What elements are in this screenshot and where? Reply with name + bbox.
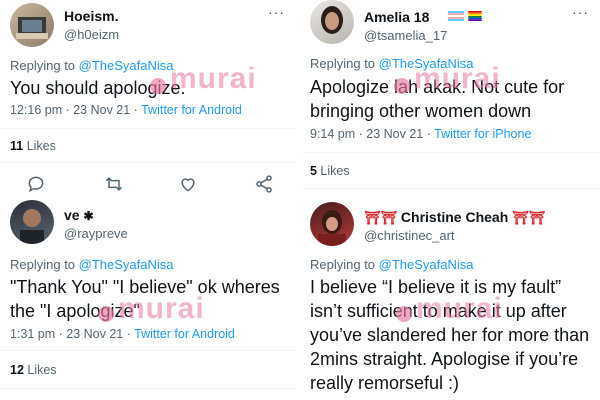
replying-to-mention[interactable]: @TheSyafaNisa [79, 257, 174, 272]
rainbow-flag-icon [468, 11, 482, 21]
display-name[interactable]: Amelia 18 [364, 9, 429, 25]
retweet-icon[interactable] [104, 174, 124, 194]
avatar[interactable] [10, 200, 54, 244]
likes-number: 11 [10, 139, 24, 153]
tweet-meta: 1:31 pm · 23 Nov 21 · Twitter for Androi… [10, 327, 235, 341]
likes-number: 12 [10, 363, 24, 377]
more-options-icon[interactable]: ··· [268, 4, 285, 20]
watermark-logo [98, 306, 114, 322]
tweet-meta: 12:16 pm · 23 Nov 21 · Twitter for Andro… [10, 103, 242, 117]
tweet-source[interactable]: Twitter for iPhone [434, 127, 531, 141]
avatar[interactable] [310, 202, 354, 246]
reply-icon[interactable] [26, 174, 46, 194]
replying-to-label: Replying to [10, 257, 79, 272]
user-handle[interactable]: @christinec_art [364, 228, 455, 243]
tweet-action-bar [0, 172, 296, 196]
likes-label: Likes [23, 363, 57, 377]
watermark-logo [396, 306, 412, 322]
likes-count[interactable]: 12 Likes [10, 363, 57, 377]
tweet-time[interactable]: 1:31 pm · 23 Nov 21 · [10, 327, 134, 341]
replying-to-label: Replying to [310, 257, 379, 272]
replying-to-mention[interactable]: @TheSyafaNisa [379, 257, 474, 272]
display-name-text: Christine Cheah [400, 209, 509, 225]
user-handle[interactable]: @tsamelia_17 [364, 28, 447, 43]
divider [0, 350, 296, 351]
watermark-logo [150, 78, 166, 94]
likes-number: 5 [310, 164, 317, 178]
user-handle[interactable]: @raypreve [64, 226, 128, 241]
divider [302, 152, 600, 153]
share-icon[interactable] [254, 174, 274, 194]
likes-label: Likes [316, 164, 350, 178]
avatar[interactable] [310, 0, 354, 44]
divider [302, 188, 600, 189]
more-options-icon[interactable]: ··· [572, 4, 589, 20]
display-name[interactable]: ve ✱ [64, 207, 94, 223]
likes-count[interactable]: 11 Likes [10, 139, 56, 153]
likes-label: Likes [23, 139, 56, 153]
divider [0, 388, 296, 389]
spider-icon: ✱ [83, 209, 94, 223]
watermark-logo [394, 78, 410, 94]
watermark-text: murai [414, 62, 501, 95]
replying-to-line: Replying to @TheSyafaNisa [10, 58, 174, 73]
user-handle[interactable]: @h0eizm [64, 27, 119, 42]
display-name-text: Amelia 18 [364, 9, 430, 25]
torii-icon: ⛩⛩ [364, 210, 398, 225]
watermark-text: murai [118, 292, 205, 325]
likes-count[interactable]: 5 Likes [310, 164, 350, 178]
torii-icon: ⛩⛩ [512, 210, 546, 225]
replying-to-label: Replying to [10, 58, 79, 73]
right-column: Amelia 18 @tsamelia_17 ··· Replying to @… [302, 0, 600, 400]
tweet-time[interactable]: 9:14 pm · 23 Nov 21 · [310, 127, 434, 141]
display-name-text: ve [64, 207, 80, 223]
tweet-source[interactable]: Twitter for Android [141, 103, 242, 117]
divider [0, 162, 296, 163]
tweet-meta: 9:14 pm · 23 Nov 21 · Twitter for iPhone [310, 127, 531, 141]
avatar[interactable] [10, 3, 54, 47]
display-name[interactable]: ⛩⛩ Christine Cheah ⛩⛩ [364, 209, 545, 226]
trans-flag-icon [448, 11, 464, 21]
divider [0, 128, 296, 129]
watermark-text: murai [170, 62, 257, 95]
replying-to-label: Replying to [310, 56, 379, 71]
left-column: Hoeism. @h0eizm ··· Replying to @TheSyaf… [0, 0, 296, 400]
tweet-source[interactable]: Twitter for Android [134, 327, 235, 341]
like-icon[interactable] [178, 174, 198, 194]
replying-to-line: Replying to @TheSyafaNisa [10, 257, 174, 272]
watermark-text: murai [416, 292, 503, 325]
replying-to-mention[interactable]: @TheSyafaNisa [79, 58, 174, 73]
display-name[interactable]: Hoeism. [64, 8, 118, 24]
replying-to-line: Replying to @TheSyafaNisa [310, 257, 474, 272]
tweet-time[interactable]: 12:16 pm · 23 Nov 21 · [10, 103, 141, 117]
